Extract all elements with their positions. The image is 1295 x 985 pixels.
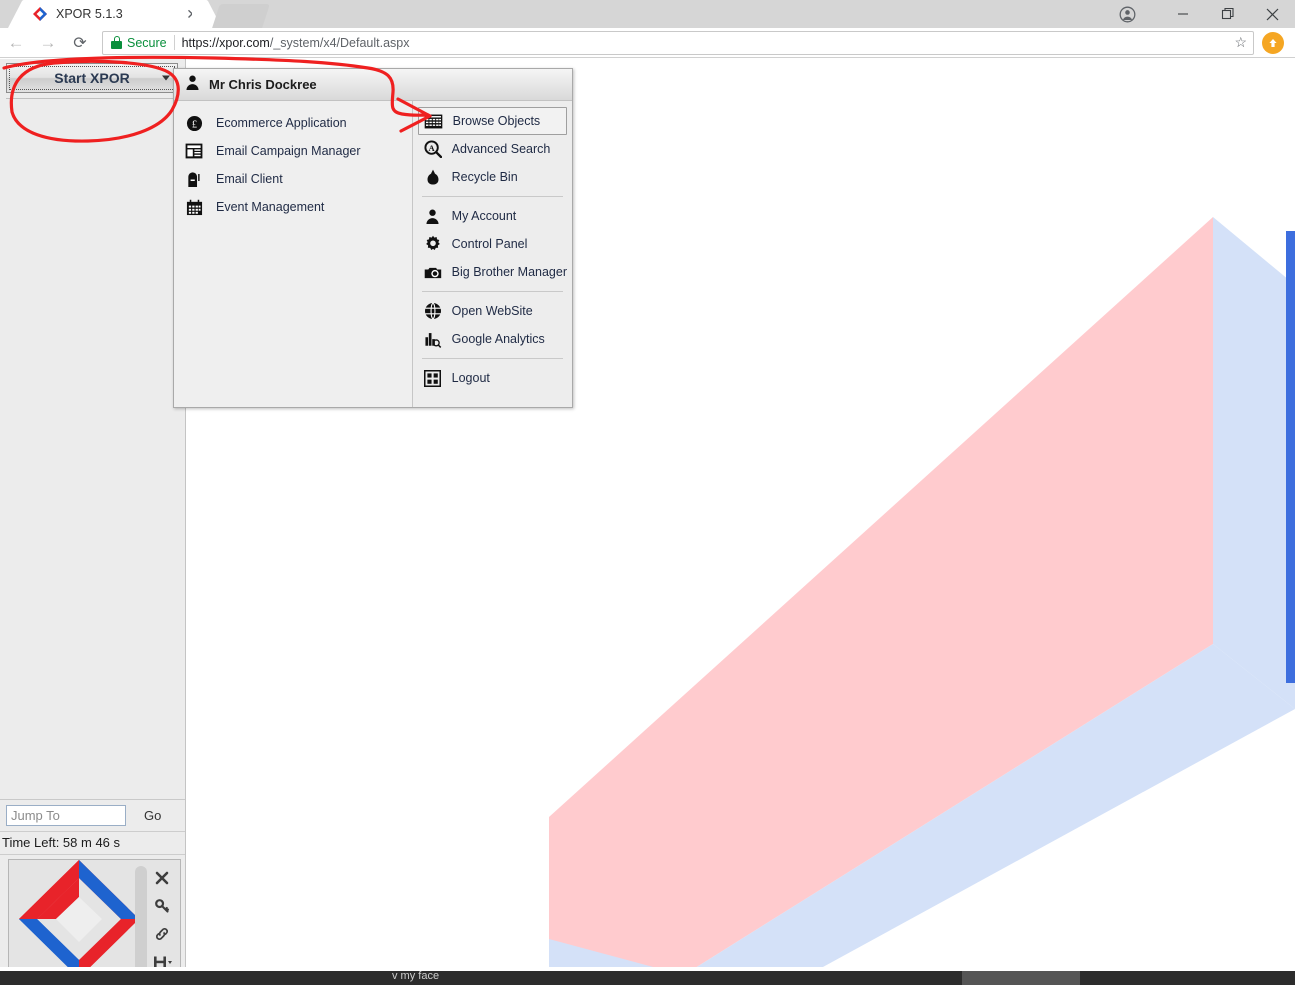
- browser-tab-xpor[interactable]: XPOR 5.1.3 ✕: [8, 0, 222, 28]
- search-magnifier-icon: A: [423, 139, 443, 159]
- newsletter-icon: [184, 141, 204, 161]
- window-close-button[interactable]: [1250, 0, 1295, 28]
- new-tab-button[interactable]: [212, 4, 270, 28]
- start-xpor-button[interactable]: Start XPOR: [6, 63, 178, 93]
- menu-item-email-client[interactable]: Email Client: [174, 165, 412, 193]
- url-path: /_system/x4/Default.aspx: [269, 35, 410, 50]
- menu-item-my-account[interactable]: My Account: [418, 202, 567, 230]
- menu-item-event-management[interactable]: Event Management: [174, 193, 412, 221]
- menu-item-browse-objects[interactable]: Browse Objects: [417, 107, 567, 135]
- reload-icon[interactable]: ⟳: [64, 28, 96, 58]
- url-text: https://xpor.com/_system/x4/Default.aspx: [182, 36, 410, 50]
- taskbar-text: v my face: [392, 970, 440, 982]
- tab-title: XPOR 5.1.3: [56, 7, 123, 21]
- menu-divider: [421, 196, 563, 197]
- menu-item-advanced-search[interactable]: A Advanced Search: [418, 135, 567, 163]
- window-controls: [1104, 0, 1295, 28]
- xpor-sidebar: Start XPOR Go Time Left: 58 m 46 s: [0, 59, 186, 985]
- back-icon[interactable]: ←: [0, 28, 32, 58]
- lock-icon: [111, 36, 122, 49]
- start-menu-columns: £ Ecommerce Application Email Campaign M…: [174, 101, 572, 407]
- window-maximize-button[interactable]: [1205, 0, 1250, 28]
- windows-grid-icon: [423, 368, 443, 388]
- menu-item-label: Ecommerce Application: [216, 116, 347, 130]
- menu-item-recycle-bin[interactable]: Recycle Bin: [418, 163, 567, 191]
- window-minimize-button[interactable]: [1160, 0, 1205, 28]
- bookmark-star-icon[interactable]: ☆: [1234, 34, 1247, 51]
- lastpass-extension-icon[interactable]: [1262, 31, 1284, 54]
- menu-divider: [421, 358, 563, 359]
- start-menu-header: Mr Chris Dockree: [174, 69, 572, 101]
- key-icon[interactable]: [149, 894, 175, 918]
- widget-toolbar: [144, 860, 180, 978]
- menu-item-label: Logout: [451, 371, 490, 385]
- svg-text:A: A: [428, 143, 435, 153]
- person-icon: [423, 206, 443, 226]
- menu-item-label: Google Analytics: [451, 332, 545, 346]
- start-menu-apps-column: £ Ecommerce Application Email Campaign M…: [174, 101, 413, 407]
- menu-item-ecommerce-application[interactable]: £ Ecommerce Application: [174, 109, 412, 137]
- start-menu-actions-column: Browse Objects A Advanced Search Recycle…: [412, 101, 572, 407]
- person-icon: [184, 74, 201, 96]
- menu-item-label: Browse Objects: [452, 114, 541, 128]
- menu-item-label: Email Client: [216, 172, 283, 186]
- close-icon[interactable]: [149, 866, 175, 890]
- menu-item-label: Open WebSite: [451, 304, 533, 318]
- taskbar-item[interactable]: [962, 971, 1080, 985]
- menu-item-label: Advanced Search: [451, 142, 551, 156]
- pound-coin-icon: £: [184, 113, 204, 133]
- menu-item-label: Control Panel: [451, 237, 528, 251]
- bar-chart-magnifier-icon: [423, 329, 443, 349]
- start-button-row: Start XPOR: [0, 59, 185, 93]
- lastpass-widget[interactable]: [8, 859, 181, 979]
- menu-item-open-website[interactable]: Open WebSite: [418, 297, 567, 325]
- trash-bag-icon: [423, 167, 443, 187]
- go-button[interactable]: Go: [144, 808, 161, 823]
- browser-window: XPOR 5.1.3 ✕ ← → ⟳ Secure https://xpor.c…: [0, 0, 1295, 985]
- gear-icon: [423, 234, 443, 254]
- menu-item-logout[interactable]: Logout: [418, 364, 567, 392]
- tab-close-icon[interactable]: ✕: [182, 7, 202, 21]
- page-viewport: Start XPOR Go Time Left: 58 m 46 s: [0, 59, 1295, 985]
- omnibox-divider: [173, 35, 175, 50]
- security-label: Secure: [127, 35, 167, 50]
- url-host: https://xpor.com: [181, 35, 270, 50]
- svg-text:£: £: [191, 119, 196, 130]
- menu-item-label: Event Management: [216, 200, 325, 214]
- menu-item-label: Email Campaign Manager: [216, 144, 361, 158]
- menu-item-label: Recycle Bin: [451, 170, 518, 184]
- menu-item-label: Big Brother Manager: [451, 265, 567, 279]
- xpor-logo-icon: [19, 860, 139, 978]
- globe-icon: [423, 301, 443, 321]
- start-menu-user-name: Mr Chris Dockree: [209, 77, 317, 92]
- browser-toolbar: ← → ⟳ Secure https://xpor.com/_system/x4…: [0, 28, 1295, 58]
- mailbox-icon: [184, 169, 204, 189]
- profile-icon[interactable]: [1104, 0, 1150, 28]
- menu-item-label: My Account: [451, 209, 517, 223]
- start-menu-popup: Mr Chris Dockree £ Ecommerce Application: [173, 68, 573, 408]
- jump-to-row: Go: [0, 799, 185, 831]
- link-icon[interactable]: [149, 922, 175, 946]
- menu-item-control-panel[interactable]: Control Panel: [418, 230, 567, 258]
- camera-icon: [423, 262, 443, 282]
- time-left-label: Time Left: 58 m 46 s: [0, 831, 185, 855]
- grid-table-icon: [424, 111, 444, 131]
- menu-item-big-brother-manager[interactable]: Big Brother Manager: [418, 258, 567, 286]
- xpor-diamond-icon: [32, 6, 48, 22]
- address-bar[interactable]: Secure https://xpor.com/_system/x4/Defau…: [102, 30, 1254, 55]
- tab-strip: XPOR 5.1.3 ✕: [0, 0, 1295, 28]
- os-taskbar: v my face: [0, 970, 1295, 985]
- chevron-down-icon[interactable]: [162, 75, 170, 81]
- sidebar-content-area: [0, 99, 185, 799]
- forward-icon[interactable]: →: [32, 28, 64, 58]
- jump-to-input[interactable]: [6, 805, 126, 826]
- menu-divider: [421, 291, 563, 292]
- menu-item-google-analytics[interactable]: Google Analytics: [418, 325, 567, 353]
- menu-item-email-campaign-manager[interactable]: Email Campaign Manager: [174, 137, 412, 165]
- focus-ring: [9, 66, 175, 90]
- calendar-icon: [184, 197, 204, 217]
